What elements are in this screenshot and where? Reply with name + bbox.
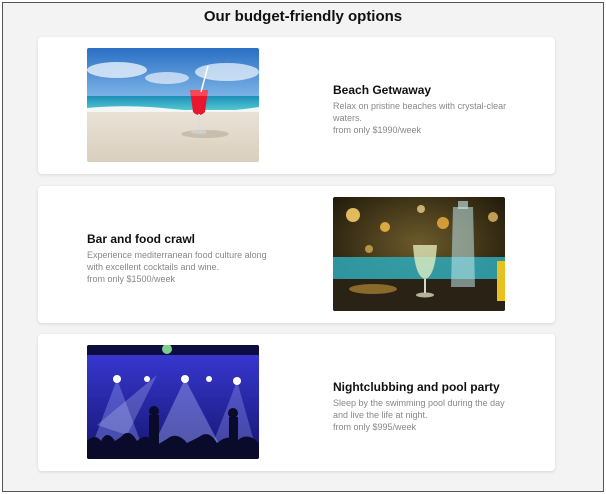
option-title: Nightclubbing and pool party <box>333 380 500 394</box>
option-text-bar: Bar and food crawl Experience mediterran… <box>87 232 267 285</box>
option-text-beach: Beach Getwaway Relax on pristine beaches… <box>333 83 513 136</box>
option-title: Beach Getwaway <box>333 83 432 97</box>
nightclub-image <box>87 345 259 459</box>
page-frame: Our budget-friendly options Beach Getwaw… <box>2 2 604 492</box>
option-price: from only $995/week <box>333 422 417 432</box>
option-card-beach[interactable]: Beach Getwaway Relax on pristine beaches… <box>38 37 555 174</box>
beach-image <box>87 48 259 162</box>
option-price: from only $1990/week <box>333 125 422 135</box>
option-price: from only $1500/week <box>87 274 176 284</box>
option-description: Sleep by the swimming pool during the da… <box>333 398 505 420</box>
option-description: Experience mediterranean food culture al… <box>87 250 267 272</box>
option-card-nightclub[interactable]: Nightclubbing and pool party Sleep by th… <box>38 334 555 471</box>
option-description: Relax on pristine beaches with crystal-c… <box>333 101 507 123</box>
page-title: Our budget-friendly options <box>203 8 403 25</box>
option-card-bar[interactable]: Bar and food crawl Experience mediterran… <box>38 186 555 323</box>
option-title: Bar and food crawl <box>87 232 196 246</box>
bar-image <box>333 197 505 311</box>
option-text-nightclub: Nightclubbing and pool party Sleep by th… <box>333 380 513 433</box>
